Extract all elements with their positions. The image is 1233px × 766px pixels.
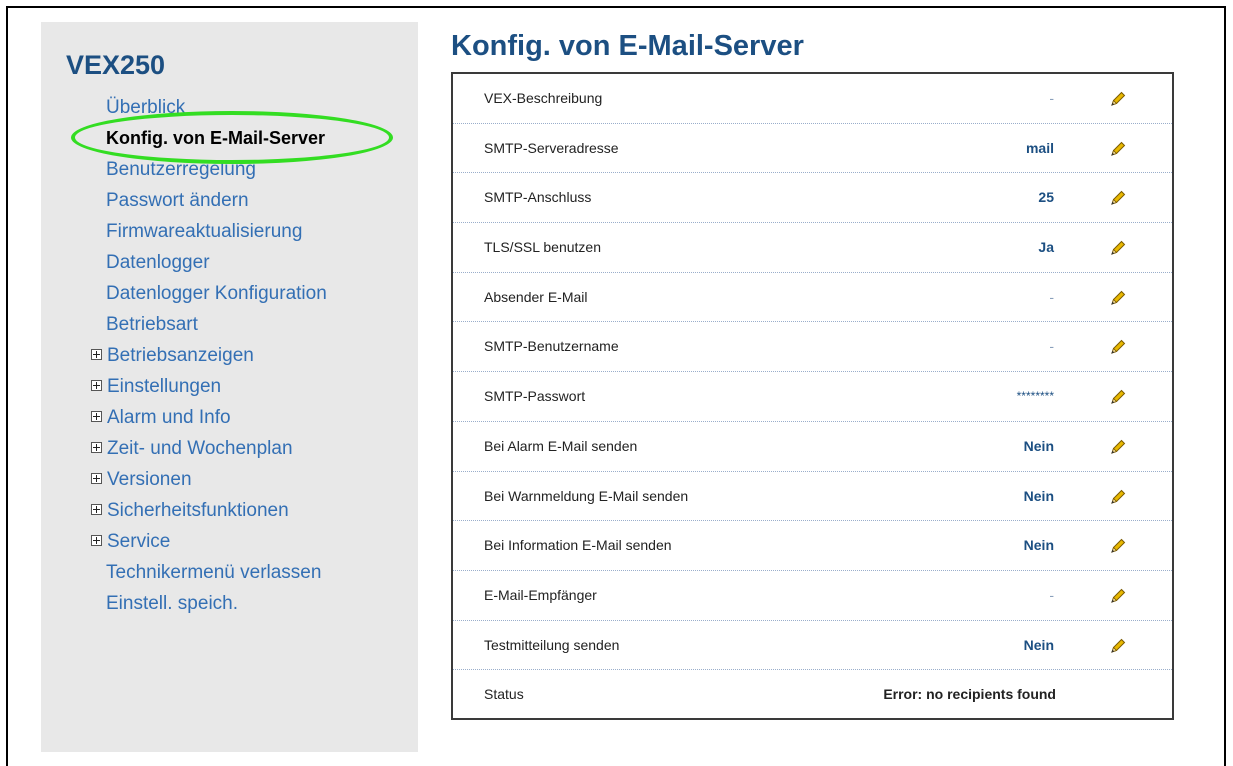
pencil-icon[interactable] [1108, 387, 1128, 407]
table-row: SMTP-Passwort ******** [453, 372, 1172, 422]
table-row: TLS/SSL benutzen Ja [453, 223, 1172, 273]
setting-value: Nein [1023, 437, 1054, 454]
sidebar-item-technikermenü-verlassen[interactable]: Technikermenü verlassen [41, 557, 418, 588]
setting-label: Bei Information E-Mail senden [484, 537, 672, 554]
plus-box-icon[interactable] [91, 380, 102, 391]
sidebar-item-betriebsanzeigen[interactable]: Betriebsanzeigen [41, 340, 418, 371]
sidebar-item-label: Überblick [106, 97, 186, 118]
table-row: Absender E-Mail - [453, 273, 1172, 323]
pencil-icon[interactable] [1108, 536, 1128, 556]
table-row: Testmitteilung senden Nein [453, 621, 1172, 671]
plus-box-icon[interactable] [91, 473, 102, 484]
plus-box-icon[interactable] [91, 442, 102, 453]
table-row: SMTP-Serveradresse mail [453, 124, 1172, 174]
table-row: VEX-Beschreibung - [453, 74, 1172, 124]
setting-label: Bei Alarm E-Mail senden [484, 437, 638, 454]
setting-value: Ja [1038, 239, 1054, 256]
setting-label: Testmitteilung senden [484, 636, 620, 653]
sidebar-item-label: Konfig. von E-Mail-Server [106, 128, 326, 148]
sidebar-item-einstell-speich[interactable]: Einstell. speich. [41, 588, 418, 619]
setting-value: - [1049, 288, 1054, 305]
table-row: E-Mail-Empfänger - [453, 571, 1172, 621]
pencil-icon[interactable] [1108, 337, 1128, 357]
setting-label: E-Mail-Empfänger [484, 586, 597, 603]
sidebar-item-sicherheitsfunktionen[interactable]: Sicherheitsfunktionen [41, 495, 418, 526]
table-row: Bei Alarm E-Mail senden Nein [453, 422, 1172, 472]
table-row: Status Error: no recipients found [453, 670, 1172, 720]
sidebar-nav: Überblick Konfig. von E-Mail-Server Benutz… [41, 92, 418, 619]
setting-value: Nein [1023, 636, 1054, 653]
settings-table: VEX-Beschreibung - SMTP-Serveradresse mail S… [451, 72, 1174, 720]
setting-label: TLS/SSL benutzen [484, 239, 602, 256]
sidebar-item-label: Betriebsanzeigen [107, 345, 254, 366]
sidebar-item-label: Technikermenü verlassen [106, 562, 322, 583]
setting-value: 25 [1038, 189, 1054, 206]
sidebar-item-label: Sicherheitsfunktionen [107, 500, 289, 521]
setting-label: Status [484, 686, 524, 703]
table-row: SMTP-Anschluss 25 [453, 173, 1172, 224]
setting-value: - [1049, 586, 1054, 603]
sidebar-item-label: Versionen [107, 469, 192, 490]
sidebar: VEX250 Überblick Konfig. von E-Mail-Serve… [41, 22, 418, 752]
pencil-icon[interactable] [1108, 89, 1128, 109]
sidebar-item-label: Einstellungen [107, 376, 222, 397]
sidebar-item-label: Datenlogger [106, 252, 210, 273]
pencil-icon[interactable] [1108, 487, 1128, 507]
sidebar-item-label: Service [107, 531, 171, 552]
sidebar-item-firmwareaktualisierung[interactable]: Firmwareaktualisierung [41, 216, 418, 247]
pencil-icon[interactable] [1108, 188, 1128, 208]
setting-value: ******** [1016, 389, 1054, 404]
page-title: Konfig. von E-Mail-Server [451, 30, 804, 62]
setting-label: VEX-Beschreibung [484, 90, 603, 106]
table-row: Bei Warnmeldung E-Mail senden Nein [453, 472, 1172, 522]
plus-box-icon[interactable] [91, 411, 102, 422]
pencil-icon[interactable] [1108, 288, 1128, 308]
sidebar-item-überblick[interactable]: Überblick [41, 92, 418, 123]
setting-value: Nein [1023, 537, 1054, 554]
table-row: Bei Information E-Mail senden Nein [453, 521, 1172, 571]
sidebar-item-zeit-und-wochenplan[interactable]: Zeit- und Wochenplan [41, 433, 418, 464]
setting-label: SMTP-Serveradresse [484, 139, 619, 156]
setting-value: Nein [1023, 487, 1054, 504]
setting-value: mail [1025, 139, 1054, 156]
sidebar-item-label: Benutzerregelung [106, 159, 256, 180]
sidebar-item-datenlogger-konfiguration[interactable]: Datenlogger Konfiguration [41, 278, 418, 309]
sidebar-item-passwort-ändern[interactable]: Passwort ändern [41, 185, 418, 216]
brand-title: VEX250 [66, 50, 166, 80]
sidebar-item-alarm-und-info[interactable]: Alarm und Info [41, 402, 418, 433]
pencil-icon[interactable] [1108, 238, 1128, 258]
sidebar-item-label: Passwort ändern [106, 190, 249, 211]
sidebar-item-label: Datenlogger Konfiguration [106, 283, 327, 304]
sidebar-item-versionen[interactable]: Versionen [41, 464, 418, 495]
sidebar-item-konfig-von-e-mail-server[interactable]: Konfig. von E-Mail-Server [41, 123, 418, 154]
pencil-icon[interactable] [1108, 586, 1128, 606]
setting-label: Absender E-Mail [484, 288, 588, 305]
sidebar-item-betriebsart[interactable]: Betriebsart [41, 309, 418, 340]
sidebar-item-label: Firmwareaktualisierung [106, 221, 303, 242]
setting-value: - [1049, 90, 1054, 106]
sidebar-item-label: Betriebsart [106, 314, 198, 335]
setting-label: SMTP-Passwort [484, 388, 586, 405]
sidebar-item-label: Zeit- und Wochenplan [107, 438, 293, 459]
setting-value: Error: no recipients found [883, 686, 1056, 703]
sidebar-item-benutzerregelung[interactable]: Benutzerregelung [41, 154, 418, 185]
sidebar-item-datenlogger[interactable]: Datenlogger [41, 247, 418, 278]
plus-box-icon[interactable] [91, 349, 102, 360]
pencil-icon[interactable] [1108, 437, 1128, 457]
sidebar-item-label: Alarm und Info [107, 407, 231, 428]
sidebar-item-label: Einstell. speich. [106, 593, 239, 614]
table-row: SMTP-Benutzername - [453, 322, 1172, 373]
pencil-icon[interactable] [1108, 636, 1128, 656]
plus-box-icon[interactable] [91, 504, 102, 515]
setting-label: SMTP-Benutzername [484, 338, 619, 355]
plus-box-icon[interactable] [91, 535, 102, 546]
pencil-icon[interactable] [1108, 139, 1128, 159]
setting-label: SMTP-Anschluss [484, 189, 592, 206]
sidebar-item-einstellungen[interactable]: Einstellungen [41, 371, 418, 402]
sidebar-item-service[interactable]: Service [41, 526, 418, 557]
setting-value: - [1049, 338, 1054, 355]
setting-label: Bei Warnmeldung E-Mail senden [484, 487, 689, 504]
